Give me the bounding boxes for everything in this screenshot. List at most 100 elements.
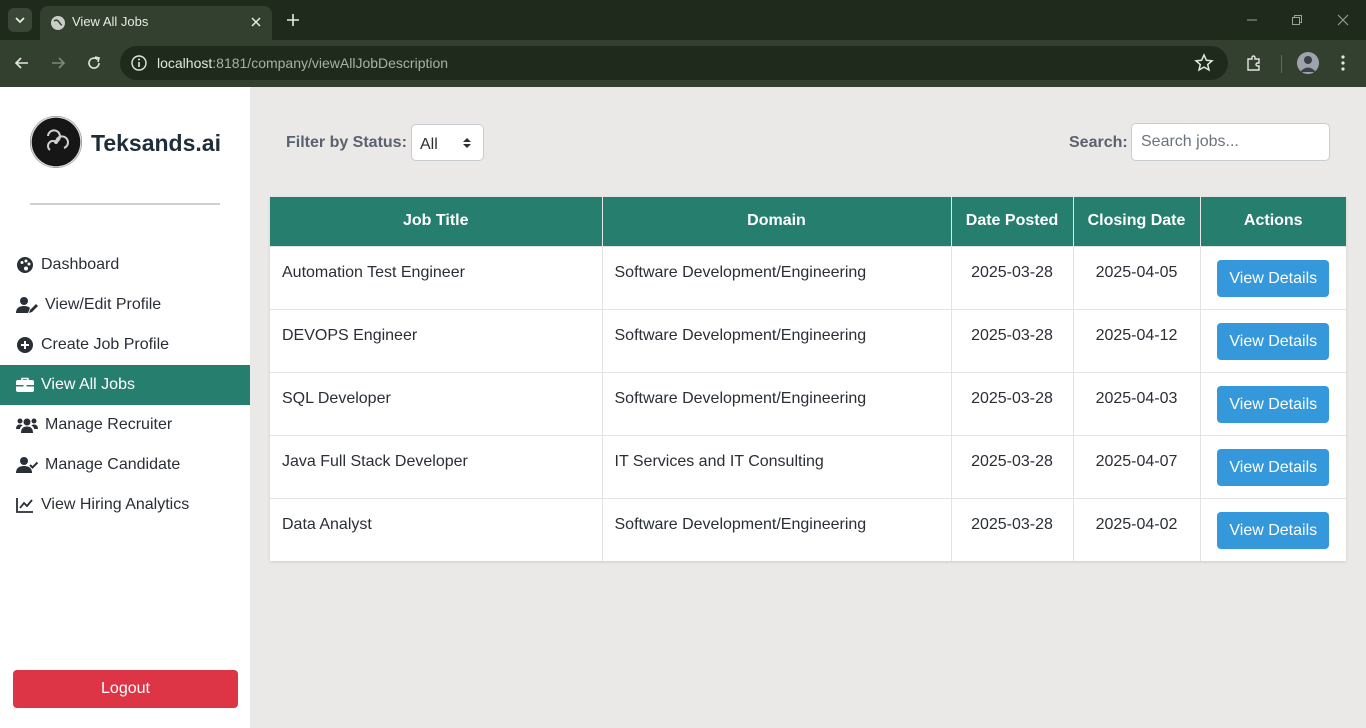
domain-cell: Software Development/Engineering — [602, 245, 952, 309]
actions-cell: View Details — [1200, 245, 1346, 309]
reload-icon — [88, 56, 100, 69]
status-filter-select[interactable]: All — [411, 124, 484, 161]
new-tab-button[interactable] — [282, 9, 304, 31]
jobs-table: Job Title Domain Date Posted Closing Dat… — [270, 197, 1346, 561]
chart-line-icon — [15, 496, 35, 514]
close-icon — [1337, 14, 1349, 26]
job-title-cell: Data Analyst — [270, 497, 603, 561]
sidebar-item-dashboard[interactable]: Dashboard — [0, 245, 250, 285]
sidebar-item-manage-recruiter[interactable]: Manage Recruiter — [0, 405, 250, 445]
sidebar-item-create-job-profile[interactable]: Create Job Profile — [0, 325, 250, 365]
browser-tab-strip: View All Jobs — [0, 0, 1366, 40]
domain-cell: Software Development/Engineering — [602, 497, 952, 561]
toolbar-separator — [1281, 55, 1282, 73]
table-row: Java Full Stack Developer IT Services an… — [270, 434, 1346, 498]
arrow-right-icon — [52, 57, 66, 69]
view-details-button[interactable]: View Details — [1217, 259, 1330, 297]
window-close-button[interactable] — [1331, 8, 1355, 32]
date-posted-cell: 2025-03-28 — [951, 371, 1074, 435]
job-title-cell: DEVOPS Engineer — [270, 308, 603, 372]
view-details-button[interactable]: View Details — [1217, 385, 1330, 423]
minimize-icon — [1247, 19, 1257, 21]
user-edit-icon — [15, 296, 39, 314]
back-button[interactable] — [10, 51, 34, 75]
logo-icon — [30, 116, 82, 168]
sidebar-divider — [30, 203, 220, 205]
search-label: Search: — [1069, 134, 1128, 151]
sidebar: Teksands.ai Dashboard View/Edit Profile … — [0, 87, 250, 728]
star-icon[interactable] — [1194, 53, 1214, 73]
table-row: DEVOPS Engineer Software Development/Eng… — [270, 308, 1346, 372]
restore-icon — [1292, 15, 1302, 25]
date-posted-cell: 2025-03-28 — [951, 308, 1074, 372]
info-icon[interactable] — [130, 54, 148, 72]
table-row: Automation Test Engineer Software Develo… — [270, 245, 1346, 309]
actions-cell: View Details — [1200, 497, 1346, 561]
url-text: localhost:8181/company/viewAllJobDescrip… — [157, 55, 449, 71]
sidebar-nav: Dashboard View/Edit Profile Create Job P… — [0, 245, 250, 525]
sidebar-item-view-hiring-analytics[interactable]: View Hiring Analytics — [0, 485, 250, 525]
sidebar-item-label: Dashboard — [41, 256, 120, 273]
job-title-cell: SQL Developer — [270, 371, 603, 435]
plus-circle-icon — [15, 336, 35, 354]
column-header-domain: Domain — [602, 197, 952, 246]
sidebar-item-view-all-jobs[interactable]: View All Jobs — [0, 365, 250, 405]
table-row: SQL Developer Software Development/Engin… — [270, 371, 1346, 435]
column-header-closing-date: Closing Date — [1073, 197, 1201, 246]
table-row: Data Analyst Software Development/Engine… — [270, 497, 1346, 561]
job-title-cell: Automation Test Engineer — [270, 245, 603, 309]
users-icon — [15, 416, 39, 434]
sidebar-item-manage-candidate[interactable]: Manage Candidate — [0, 445, 250, 485]
actions-cell: View Details — [1200, 308, 1346, 372]
sidebar-item-view-edit-profile[interactable]: View/Edit Profile — [0, 285, 250, 325]
column-header-job-title: Job Title — [270, 197, 603, 246]
date-posted-cell: 2025-03-28 — [951, 245, 1074, 309]
job-title-cell: Java Full Stack Developer — [270, 434, 603, 498]
closing-date-cell: 2025-04-07 — [1073, 434, 1201, 498]
search-input[interactable] — [1131, 123, 1330, 161]
sidebar-item-label: Manage Recruiter — [45, 416, 173, 433]
date-posted-cell: 2025-03-28 — [951, 434, 1074, 498]
sort-caret-icon — [463, 138, 471, 148]
plus-icon — [287, 14, 299, 26]
closing-date-cell: 2025-04-02 — [1073, 497, 1201, 561]
view-details-button[interactable]: View Details — [1217, 322, 1330, 360]
briefcase-icon — [15, 376, 35, 394]
logout-button[interactable]: Logout — [13, 670, 238, 708]
domain-cell: Software Development/Engineering — [602, 308, 952, 372]
browser-tab[interactable]: View All Jobs — [40, 6, 272, 40]
restore-button[interactable] — [1285, 8, 1309, 32]
sidebar-item-label: Create Job Profile — [41, 336, 170, 353]
browser-menu-button[interactable] — [1331, 51, 1355, 75]
tab-search-button[interactable] — [8, 8, 32, 32]
domain-cell: IT Services and IT Consulting — [602, 434, 952, 498]
tab-close-button[interactable] — [246, 12, 266, 32]
closing-date-cell: 2025-04-05 — [1073, 245, 1201, 309]
tab-title: View All Jobs — [72, 14, 149, 29]
minimize-button[interactable] — [1240, 8, 1264, 32]
extensions-button[interactable] — [1242, 51, 1266, 75]
globe-icon — [51, 16, 65, 30]
sidebar-item-label: View Hiring Analytics — [41, 496, 190, 513]
sidebar-item-label: View/Edit Profile — [45, 296, 162, 313]
view-details-button[interactable]: View Details — [1217, 511, 1330, 549]
brand-name: Teksands.ai — [91, 130, 221, 156]
close-icon — [251, 17, 261, 27]
domain-cell: Software Development/Engineering — [602, 371, 952, 435]
avatar-icon — [1297, 52, 1319, 74]
column-header-date-posted: Date Posted — [951, 197, 1074, 246]
filter-status-label: Filter by Status: — [286, 134, 407, 151]
sidebar-item-label: Manage Candidate — [45, 456, 181, 473]
reload-button[interactable] — [82, 51, 106, 75]
browser-toolbar: localhost:8181/company/viewAllJobDescrip… — [0, 40, 1366, 87]
actions-cell: View Details — [1200, 371, 1346, 435]
profile-avatar[interactable] — [1297, 52, 1319, 74]
forward-button[interactable] — [46, 51, 70, 75]
view-details-button[interactable]: View Details — [1217, 448, 1330, 486]
puzzle-icon — [1247, 55, 1260, 71]
status-filter-value: All — [420, 136, 438, 153]
table-header-row: Job Title Domain Date Posted Closing Dat… — [270, 197, 1346, 246]
address-bar[interactable]: localhost:8181/company/viewAllJobDescrip… — [120, 46, 1228, 80]
closing-date-cell: 2025-04-12 — [1073, 308, 1201, 372]
kebab-menu-icon — [1341, 55, 1345, 71]
